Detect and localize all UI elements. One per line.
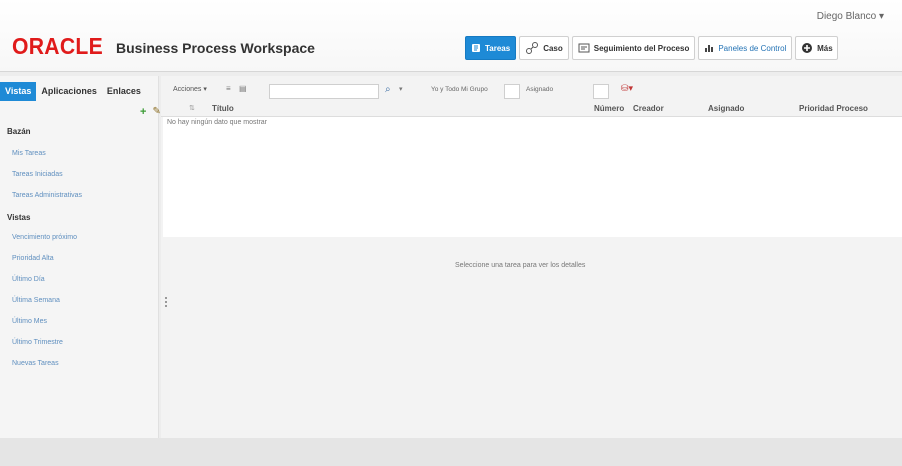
link-tareas-administrativas[interactable]: Tareas Administrativas — [12, 192, 82, 199]
tab-caso[interactable]: Caso — [519, 36, 569, 60]
assigned-filter[interactable]: Asignado — [526, 86, 553, 93]
user-menu[interactable]: Diego Blanco ▾ — [817, 11, 884, 22]
column-numero[interactable]: Número — [594, 104, 624, 113]
tab-seguimiento-proceso[interactable]: Seguimiento del Proceso — [571, 36, 696, 60]
more-button[interactable]: Más — [795, 36, 839, 60]
detail-view-icon[interactable]: ▤ — [239, 84, 247, 93]
assigned-filter-dropdown[interactable] — [593, 84, 609, 99]
link-prioridad-alta[interactable]: Prioridad Alta — [12, 255, 54, 262]
column-creador[interactable]: Creador — [633, 104, 664, 113]
panel-tools: + ✎ — [140, 106, 161, 118]
link-ultima-semana[interactable]: Última Semana — [12, 297, 60, 304]
link-ultimo-dia[interactable]: Último Día — [12, 276, 45, 283]
link-ultimo-trimestre[interactable]: Último Trimestre — [12, 339, 63, 346]
link-nuevas-tareas[interactable]: Nuevas Tareas — [12, 360, 59, 367]
oracle-logo: ORACLE — [12, 33, 104, 59]
app-header: Diego Blanco ▾ ORACLE Business Process W… — [0, 0, 902, 72]
link-tareas-iniciadas[interactable]: Tareas Iniciadas — [12, 171, 63, 178]
tab-label: Más — [817, 43, 833, 53]
add-icon[interactable]: + — [140, 106, 146, 118]
list-view-icon[interactable]: ≡ — [226, 84, 231, 93]
sort-icon[interactable]: ⇅ — [189, 104, 195, 112]
group-filter-dropdown[interactable] — [504, 84, 520, 99]
tab-label: Paneles de Control — [718, 43, 787, 53]
left-tabs: Vistas Aplicaciones Enlaces — [0, 81, 146, 101]
task-table-header: ⇅ Título Número Creador Asignado Priorid… — [161, 101, 902, 117]
detail-hint: Seleccione una tarea para ver los detall… — [455, 262, 586, 269]
tab-label: Tareas — [485, 43, 511, 53]
bottom-strip — [0, 438, 902, 466]
tab-enlaces[interactable]: Enlaces — [102, 82, 146, 101]
main-content: Acciones ▾ ≡ ▤ ⌕ ▾ Yo y Todo Mi Grupo As… — [161, 76, 902, 438]
link-vencimiento-proximo[interactable]: Vencimiento próximo — [12, 234, 77, 241]
tab-label: Seguimiento del Proceso — [593, 43, 690, 53]
top-navigation: Tareas Caso Seguimiento del Proceso Pane… — [465, 36, 839, 60]
filter-icon[interactable]: ⛁▾ — [621, 83, 633, 94]
tab-tareas[interactable]: Tareas — [465, 36, 517, 60]
search-input[interactable] — [269, 84, 379, 99]
tab-aplicaciones[interactable]: Aplicaciones — [36, 82, 102, 101]
app-title: Business Process Workspace — [116, 40, 315, 56]
left-panel: Vistas Aplicaciones Enlaces + ✎ Bazán Mi… — [0, 76, 161, 438]
views-section-title: Vistas — [7, 213, 31, 222]
actions-menu[interactable]: Acciones ▾ — [173, 85, 207, 93]
column-prioridad-proceso[interactable]: Prioridad Proceso — [799, 104, 868, 113]
link-mis-tareas[interactable]: Mis Tareas — [12, 150, 46, 157]
column-titulo[interactable]: Título — [212, 104, 234, 113]
edit-icon[interactable]: ✎ — [152, 106, 160, 118]
task-icon — [471, 43, 481, 53]
plus-circle-icon — [801, 42, 813, 54]
case-icon — [525, 41, 539, 55]
link-ultimo-mes[interactable]: Último Mes — [12, 318, 47, 325]
empty-message: No hay ningún dato que mostrar — [167, 119, 268, 126]
dashboard-icon — [704, 43, 714, 53]
tab-label: Caso — [543, 43, 563, 53]
search-icon[interactable]: ⌕ — [385, 84, 391, 95]
group-filter[interactable]: Yo y Todo Mi Grupo — [431, 86, 488, 93]
tab-vistas[interactable]: Vistas — [0, 81, 37, 101]
search-dropdown-icon[interactable]: ▾ — [399, 85, 403, 93]
column-asignado[interactable]: Asignado — [708, 104, 744, 113]
panel-splitter[interactable] — [165, 297, 167, 307]
task-results-table: No hay ningún dato que mostrar — [163, 117, 902, 237]
task-toolbar: Acciones ▾ ≡ ▤ ⌕ ▾ Yo y Todo Mi Grupo As… — [161, 80, 902, 100]
basic-section-title: Bazán — [7, 127, 31, 136]
process-tracking-icon — [578, 43, 590, 53]
tab-paneles-control[interactable]: Paneles de Control — [698, 36, 793, 60]
